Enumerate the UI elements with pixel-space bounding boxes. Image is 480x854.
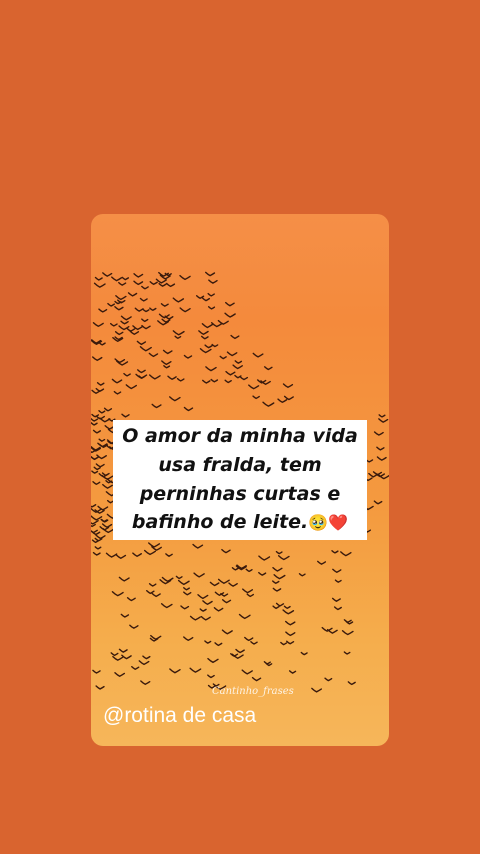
story-card: O amor da minha vida usa fralda, tem per…	[91, 214, 389, 746]
emoji-icons: 🥹❤️	[308, 513, 349, 532]
quote-line-1: O amor da minha vida	[122, 425, 358, 447]
quote-line-2: usa fralda, tem	[158, 454, 322, 476]
quote-box: O amor da minha vida usa fralda, tem per…	[113, 420, 367, 540]
watermark-text: Cantinho_frases	[212, 686, 294, 697]
quote-line-4: bafinho de leite.🥹❤️	[113, 511, 367, 534]
account-handle: @rotina de casa	[103, 704, 257, 727]
quote-line-3: perninhas curtas e	[139, 483, 341, 505]
quote-line-4-text: bafinho de leite.	[131, 511, 309, 533]
